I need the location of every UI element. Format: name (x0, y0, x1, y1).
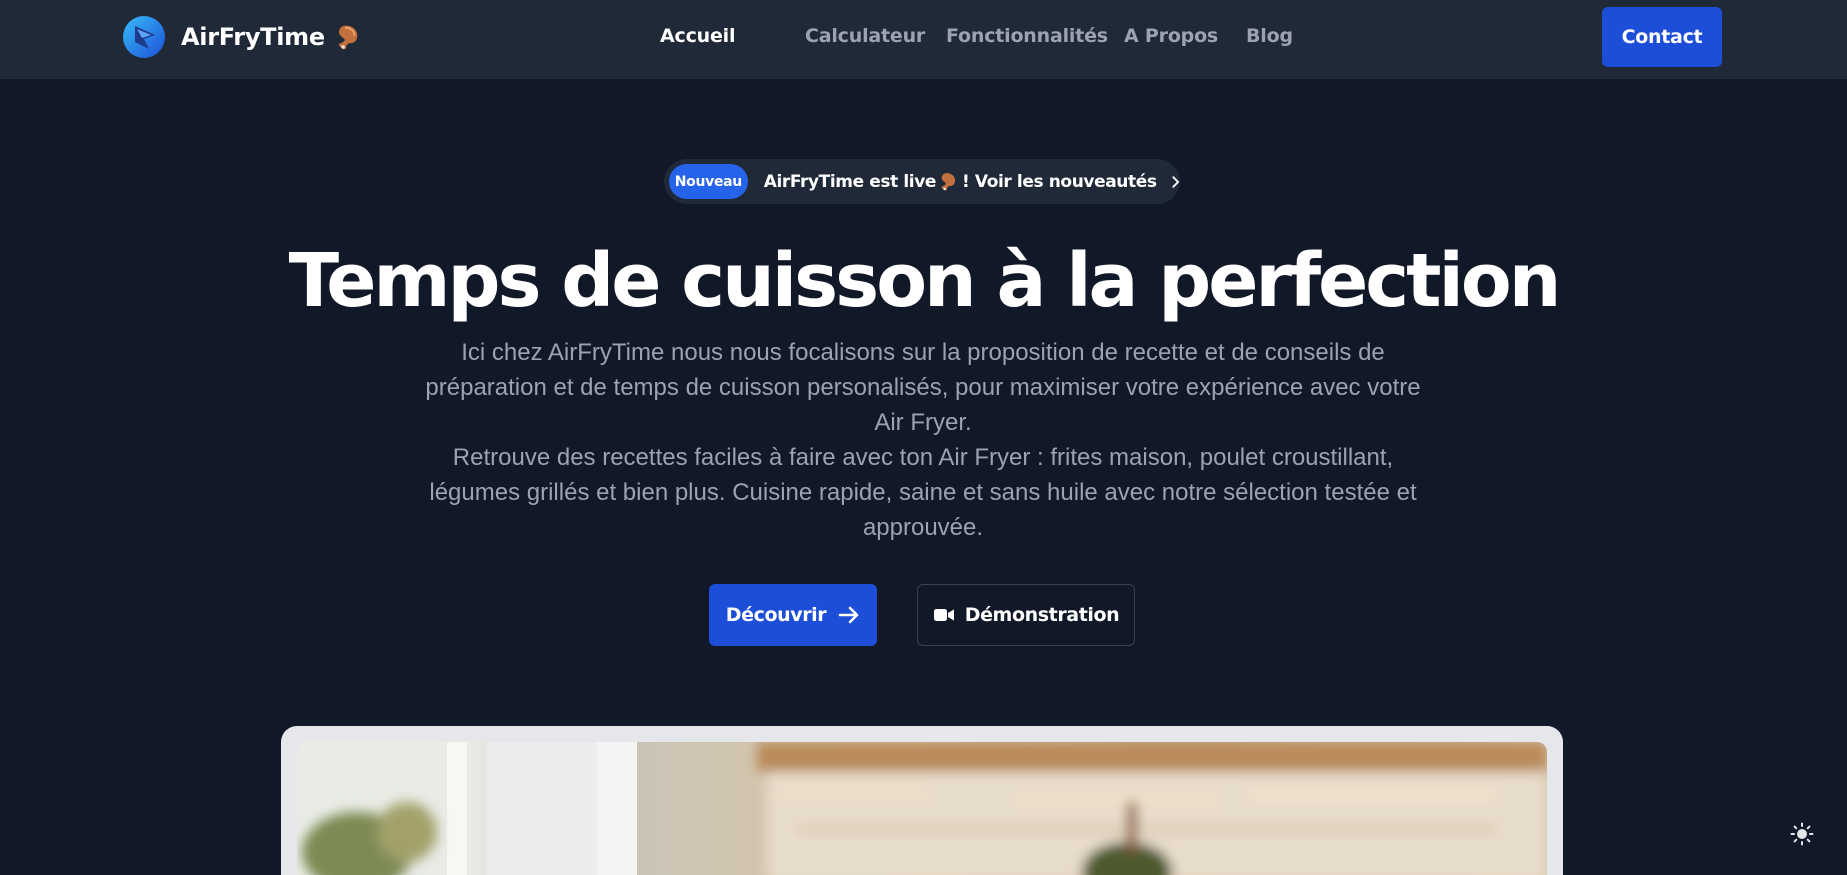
kitchen-photo (297, 742, 1547, 875)
nav-link-blog[interactable]: Blog (1246, 25, 1293, 47)
hero-title: Temps de cuisson à la perfection (288, 238, 1562, 324)
brand-name: AirFryTime (181, 23, 325, 51)
kitchen-hero-image (297, 742, 1547, 875)
discover-button-label: Découvrir (725, 604, 827, 626)
nav-link-fonctionnalites[interactable]: Fonctionnalités (946, 25, 1108, 47)
hero-paragraph-2: Retrouve des recettes faciles à faire av… (429, 444, 1417, 541)
arrow-right-icon (838, 606, 859, 624)
nav-link-calculateur[interactable]: Calculateur (805, 25, 925, 47)
sun-icon (1790, 822, 1814, 846)
demo-button-label: Démonstration (964, 604, 1120, 626)
announcement-text: AirFryTime est live ! Voir les nouveauté… (764, 172, 1157, 192)
contact-button[interactable]: Contact (1602, 7, 1722, 67)
discover-button[interactable]: Découvrir (709, 584, 877, 646)
airfrytime-logo-icon (123, 16, 165, 58)
nav-link-accueil[interactable]: Accueil (660, 25, 735, 47)
hero-image-frame (281, 726, 1563, 875)
hero-description: Ici chez AirFryTime nous nous focalisons… (423, 335, 1423, 545)
nav-link-a-propos[interactable]: A Propos (1124, 25, 1218, 47)
top-navbar: AirFryTime Accueil Calculateur Fonctionn… (0, 0, 1847, 79)
chicken-leg-icon (941, 173, 956, 191)
video-camera-icon (933, 609, 954, 621)
theme-toggle-button[interactable] (1790, 822, 1814, 846)
announcement-text-start: AirFryTime est live (763, 171, 937, 192)
brand-home-link[interactable]: AirFryTime (122, 15, 361, 59)
announcement-text-end: ! Voir les nouveautés (962, 171, 1157, 192)
announcement-pill[interactable]: Nouveau AirFryTime est live ! Voir les n… (664, 159, 1180, 204)
chicken-leg-icon (338, 25, 358, 50)
demo-button[interactable]: Démonstration (917, 584, 1135, 646)
hero-paragraph-1: Ici chez AirFryTime nous nous focalisons… (425, 339, 1421, 436)
chevron-right-icon (1171, 175, 1179, 188)
new-badge: Nouveau (669, 164, 748, 199)
